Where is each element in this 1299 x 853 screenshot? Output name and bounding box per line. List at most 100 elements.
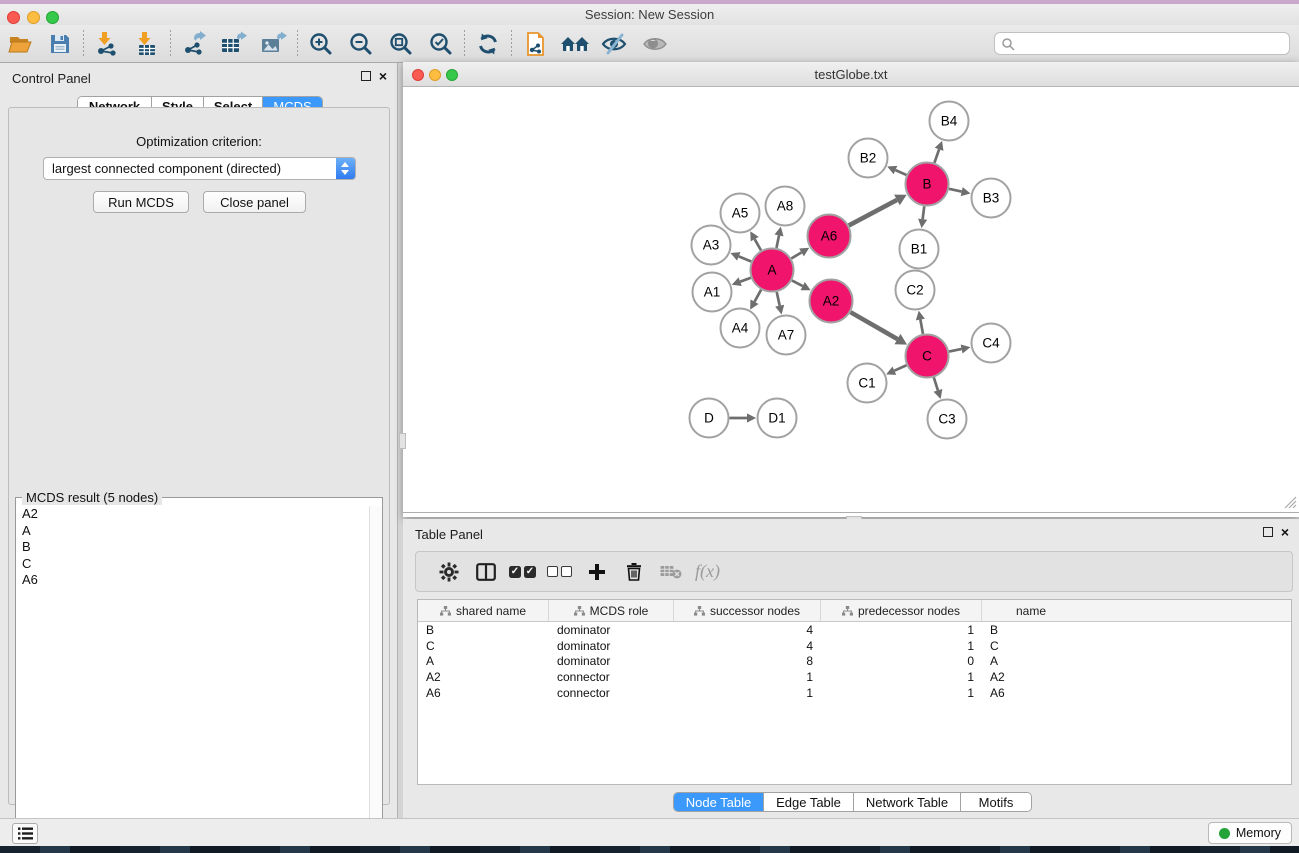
graph-edge[interactable] bbox=[949, 189, 962, 192]
table-cell[interactable]: dominator bbox=[549, 623, 674, 637]
table-options-icon[interactable] bbox=[430, 562, 467, 582]
mcds-result-list[interactable]: A2ABCA6 bbox=[17, 506, 369, 841]
import-network-icon[interactable] bbox=[87, 28, 127, 60]
table-cell[interactable]: 1 bbox=[821, 670, 982, 684]
hide-selected-icon[interactable] bbox=[595, 28, 635, 60]
graph-edge[interactable] bbox=[754, 290, 761, 302]
close-panel-icon[interactable]: × bbox=[379, 71, 387, 81]
table-cell[interactable]: connector bbox=[549, 670, 674, 684]
export-network-icon[interactable] bbox=[174, 28, 214, 60]
table-cell[interactable]: 8 bbox=[674, 654, 821, 668]
table-cell[interactable]: 1 bbox=[674, 686, 821, 700]
tab-edge-table[interactable]: Edge Table bbox=[764, 793, 854, 811]
delete-table-icon[interactable] bbox=[652, 564, 689, 580]
mcds-result-item[interactable]: A6 bbox=[17, 572, 369, 589]
result-scrollbar[interactable] bbox=[369, 506, 382, 841]
export-image-icon[interactable] bbox=[254, 28, 294, 60]
table-cell[interactable]: C bbox=[982, 639, 1080, 653]
graph-edge[interactable] bbox=[949, 349, 962, 352]
table-cell[interactable]: A bbox=[982, 654, 1080, 668]
table-cell[interactable]: A2 bbox=[418, 670, 549, 684]
table-cell[interactable]: 1 bbox=[674, 670, 821, 684]
memory-button[interactable]: Memory bbox=[1208, 822, 1292, 844]
add-column-icon[interactable] bbox=[578, 563, 615, 581]
graph-edge[interactable] bbox=[739, 256, 751, 261]
search-input[interactable] bbox=[1015, 35, 1289, 53]
graph-edge[interactable] bbox=[895, 170, 906, 175]
table-cell[interactable]: 4 bbox=[674, 639, 821, 653]
search-field[interactable] bbox=[994, 32, 1290, 55]
graph-edge[interactable] bbox=[740, 278, 751, 282]
table-cell[interactable]: A6 bbox=[418, 686, 549, 700]
mcds-result-item[interactable]: B bbox=[17, 539, 369, 556]
zoom-selected-icon[interactable] bbox=[421, 28, 461, 60]
export-table-icon[interactable] bbox=[214, 28, 254, 60]
zoom-in-icon[interactable] bbox=[301, 28, 341, 60]
tab-node-table[interactable]: Node Table bbox=[674, 793, 764, 811]
table-row[interactable]: Adominator80A bbox=[418, 654, 1291, 670]
table-row[interactable]: Cdominator41C bbox=[418, 638, 1291, 654]
select-all-checkboxes-icon[interactable]: ✓✓ bbox=[504, 566, 541, 578]
graph-edge[interactable] bbox=[792, 280, 803, 286]
node-table[interactable]: shared nameMCDS rolesuccessor nodesprede… bbox=[417, 599, 1292, 785]
graph-edge[interactable] bbox=[934, 149, 939, 162]
function-builder-icon[interactable]: f(x) bbox=[689, 561, 726, 582]
zoom-fit-icon[interactable] bbox=[381, 28, 421, 60]
run-mcds-button[interactable]: Run MCDS bbox=[93, 191, 189, 213]
criterion-dropdown[interactable]: largest connected component (directed) bbox=[43, 157, 356, 180]
table-row[interactable]: A6connector11A6 bbox=[418, 685, 1291, 701]
column-header[interactable]: successor nodes bbox=[674, 600, 821, 621]
open-session-icon[interactable] bbox=[0, 28, 40, 60]
mcds-result-item[interactable]: A bbox=[17, 523, 369, 540]
table-cell[interactable]: A bbox=[418, 654, 549, 668]
graph-edge[interactable] bbox=[755, 239, 761, 250]
graph-edge[interactable] bbox=[894, 365, 906, 370]
mcds-result-item[interactable]: C bbox=[17, 556, 369, 573]
graph-edge[interactable] bbox=[849, 200, 897, 226]
tab-network-table[interactable]: Network Table bbox=[854, 793, 961, 811]
show-all-icon[interactable] bbox=[635, 28, 675, 60]
column-view-icon[interactable] bbox=[467, 563, 504, 581]
table-cell[interactable]: dominator bbox=[549, 654, 674, 668]
tab-motifs[interactable]: Motifs bbox=[961, 793, 1031, 811]
float-table-panel-icon[interactable] bbox=[1263, 527, 1273, 537]
resize-grip-icon[interactable] bbox=[1284, 496, 1297, 509]
table-row[interactable]: A2connector11A2 bbox=[418, 669, 1291, 685]
float-panel-icon[interactable] bbox=[361, 71, 371, 81]
deselect-all-checkboxes-icon[interactable] bbox=[541, 566, 578, 577]
table-cell[interactable]: 1 bbox=[821, 686, 982, 700]
vertical-split-handle[interactable] bbox=[399, 433, 406, 449]
close-panel-button[interactable]: Close panel bbox=[203, 191, 306, 213]
graph-edge[interactable] bbox=[934, 377, 938, 390]
graph-edge[interactable] bbox=[920, 320, 923, 334]
graph-edge[interactable] bbox=[777, 292, 780, 306]
network-graph[interactable]: AA1A2A3A4A5A6A7A8BB1B2B3B4CC1C2C3C4DD1 bbox=[403, 87, 1299, 513]
column-header[interactable]: shared name bbox=[418, 600, 549, 621]
close-table-panel-icon[interactable]: × bbox=[1281, 527, 1289, 537]
table-row[interactable]: Bdominator41B bbox=[418, 622, 1291, 638]
table-cell[interactable]: 1 bbox=[821, 623, 982, 637]
new-network-from-selection-icon[interactable] bbox=[515, 28, 555, 60]
graph-edge[interactable] bbox=[776, 235, 779, 248]
column-header[interactable]: MCDS role bbox=[549, 600, 674, 621]
graph-edge[interactable] bbox=[923, 206, 925, 219]
table-cell[interactable]: B bbox=[418, 623, 549, 637]
graph-edge[interactable] bbox=[851, 312, 898, 339]
zoom-out-icon[interactable] bbox=[341, 28, 381, 60]
table-cell[interactable]: 4 bbox=[674, 623, 821, 637]
save-session-icon[interactable] bbox=[40, 28, 80, 60]
refresh-icon[interactable] bbox=[468, 28, 508, 60]
home-icon[interactable] bbox=[555, 28, 595, 60]
table-cell[interactable]: 1 bbox=[821, 639, 982, 653]
task-history-button[interactable] bbox=[12, 823, 38, 844]
column-header[interactable]: predecessor nodes bbox=[821, 600, 982, 621]
column-header[interactable]: name bbox=[982, 600, 1080, 621]
table-cell[interactable]: dominator bbox=[549, 639, 674, 653]
graph-edge[interactable] bbox=[791, 252, 801, 258]
table-cell[interactable]: B bbox=[982, 623, 1080, 637]
import-table-icon[interactable] bbox=[127, 28, 167, 60]
table-cell[interactable]: A2 bbox=[982, 670, 1080, 684]
table-cell[interactable]: A6 bbox=[982, 686, 1080, 700]
network-window-titlebar[interactable]: testGlobe.txt bbox=[403, 62, 1299, 87]
delete-column-icon[interactable] bbox=[615, 562, 652, 581]
